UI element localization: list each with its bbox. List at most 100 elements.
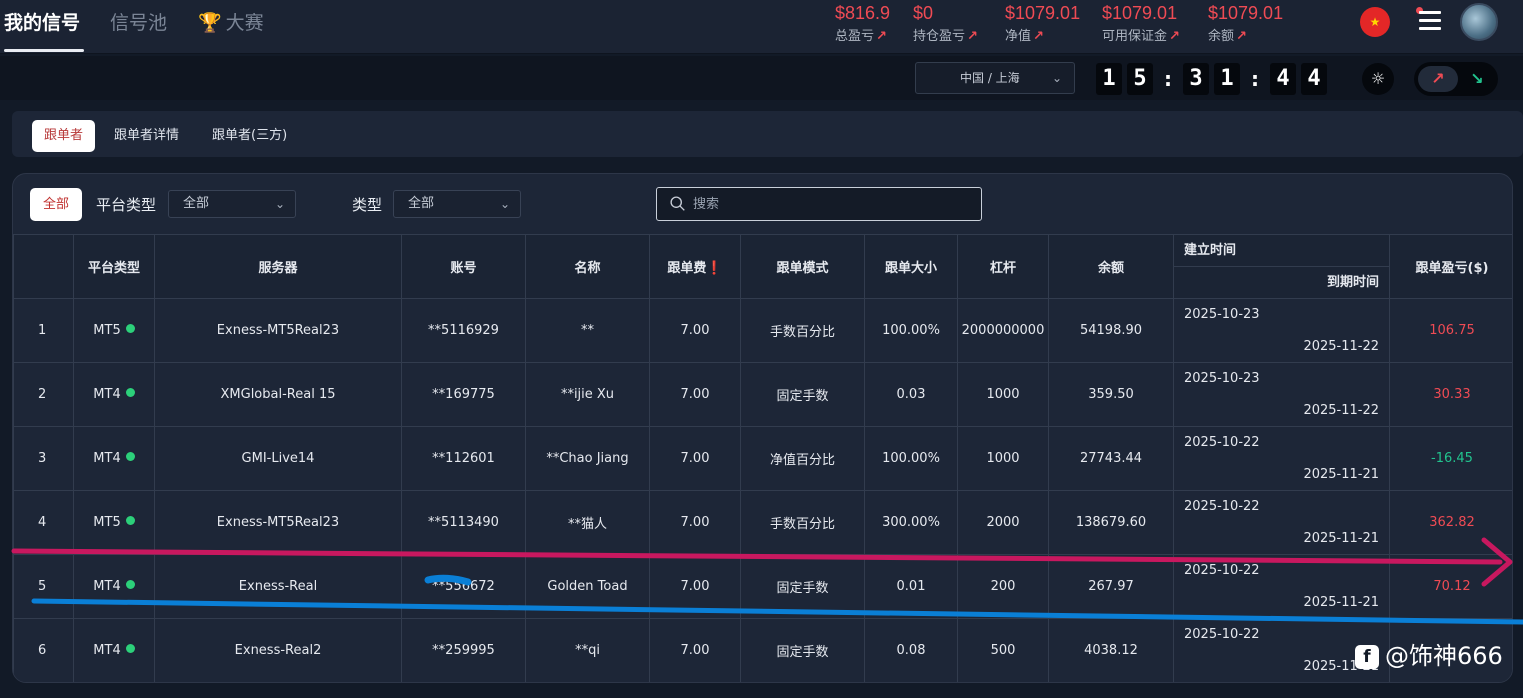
stat-value: $0 — [913, 3, 934, 23]
platform-label: MT5 — [93, 323, 121, 338]
tab-contest[interactable]: 🏆 大赛 — [198, 8, 264, 35]
chevron-down-icon: ⌄ — [1051, 71, 1062, 85]
platform-select[interactable]: 全部 ⌄ — [168, 190, 296, 218]
cell-size: 0.03 — [864, 362, 958, 427]
theme-toggle-sun-icon[interactable]: ☼ — [1362, 63, 1394, 95]
trend-color-toggle[interactable]: ↗ ↘ — [1414, 62, 1498, 96]
stat-value: $1079.01 — [1005, 3, 1081, 23]
cell-dates: 2025-10-22 2025-11-21 — [1173, 554, 1390, 619]
platform-filter-label: 平台类型 — [96, 196, 157, 214]
header-fee: 跟单费❗ — [649, 234, 741, 299]
header-pnl: 跟单盈亏($) — [1389, 234, 1512, 299]
table-row[interactable]: 2 MT4 XMGlobal-Real 15 **169775 **ijie Xu 7.0… — [13, 362, 1512, 427]
cell-account: **5116929 — [401, 298, 526, 363]
tab-third-party-followers[interactable]: 跟单者(三方) — [200, 120, 299, 152]
cell-size: 0.01 — [864, 554, 958, 619]
stat-balance[interactable]: $1079.01 余额 ↗ — [1208, 3, 1283, 44]
tab-followers[interactable]: 跟单者 — [32, 120, 96, 152]
tab-follower-details[interactable]: 跟单者详情 — [102, 120, 191, 152]
table-row[interactable]: 1 MT5 Exness-MT5Real23 **5116929 ** 7.00 手数百分比… — [13, 298, 1512, 363]
warning-icon[interactable]: ❗ — [706, 261, 722, 276]
watermark: f @饰神666 — [1355, 636, 1503, 671]
table-row[interactable]: 4 MT5 Exness-MT5Real23 **5113490 **猫人 7.00 手数百… — [13, 490, 1512, 555]
cell-fee: 7.00 — [649, 426, 741, 491]
tab-signal-pool[interactable]: 信号池 — [110, 8, 167, 35]
created-date: 2025-10-23 — [1184, 371, 1260, 386]
cell-fee: 7.00 — [649, 490, 741, 555]
created-date: 2025-10-22 — [1184, 435, 1260, 450]
cell-server: GMI-Live14 — [154, 426, 402, 491]
active-tab-indicator — [4, 49, 84, 52]
cell-server: Exness-MT5Real23 — [154, 298, 402, 363]
expiry-date: 2025-11-22 — [1303, 403, 1379, 418]
cell-balance: 359.50 — [1048, 362, 1174, 427]
trend-up-icon[interactable]: ↗ — [1418, 66, 1458, 92]
search-box[interactable] — [656, 187, 982, 221]
header-index — [13, 234, 74, 299]
cell-dates: 2025-10-22 2025-11-21 — [1173, 490, 1390, 555]
online-status-icon — [125, 388, 135, 397]
stat-equity[interactable]: $1079.01 净值 ↗ — [1005, 3, 1080, 44]
cell-balance: 27743.44 — [1048, 426, 1174, 491]
cell-balance: 138679.60 — [1048, 490, 1174, 555]
header-balance: 余额 — [1048, 234, 1174, 299]
trend-down-icon[interactable]: ↘ — [1460, 66, 1494, 92]
china-flag-icon[interactable]: ★ — [1360, 7, 1390, 37]
created-date: 2025-10-23 — [1184, 307, 1260, 322]
cell-fee: 7.00 — [649, 362, 741, 427]
cell-index: 2 — [13, 362, 74, 427]
cell-size: 300.00% — [864, 490, 958, 555]
cell-server: Exness-Real2 — [154, 618, 402, 682]
cell-mode: 固定手数 — [740, 362, 865, 427]
arrow-up-right-icon: ↗ — [1169, 29, 1180, 44]
online-status-icon — [125, 644, 135, 653]
cell-server: XMGlobal-Real 15 — [154, 362, 402, 427]
table-row[interactable]: 6 MT4 Exness-Real2 **259995 **qi 7.00 固定手数 0.08… — [13, 618, 1512, 682]
region-select[interactable]: 中国 / 上海 ⌄ — [915, 62, 1075, 94]
platform-label: MT4 — [93, 579, 121, 594]
hamburger-menu-icon[interactable] — [1419, 11, 1441, 33]
cell-balance: 267.97 — [1048, 554, 1174, 619]
online-status-icon — [125, 580, 135, 589]
search-input[interactable] — [693, 192, 973, 216]
followers-card: 全部 平台类型 全部 ⌄ 类型 全部 ⌄ 平台类型 服务器 账号 名称 跟 — [12, 173, 1513, 683]
cell-platform: MT5 — [73, 298, 155, 363]
cell-pnl: -16.45 — [1389, 426, 1512, 491]
cell-index: 5 — [13, 554, 74, 619]
cell-dates: 2025-10-22 2025-11-21 — [1173, 426, 1390, 491]
stat-total-pnl[interactable]: $816.9 总盈亏 ↗ — [835, 3, 890, 44]
online-status-icon — [125, 324, 135, 333]
cell-server: Exness-Real — [154, 554, 402, 619]
stat-free-margin[interactable]: $1079.01 可用保证金 ↗ — [1102, 3, 1180, 44]
cell-index: 3 — [13, 426, 74, 491]
cell-leverage: 1000 — [957, 426, 1049, 491]
tab-contest-label: 大赛 — [225, 12, 264, 34]
cell-server: Exness-MT5Real23 — [154, 490, 402, 555]
stat-label: 可用保证金 — [1102, 29, 1168, 44]
created-date: 2025-10-22 — [1184, 627, 1260, 642]
cell-size: 100.00% — [864, 426, 958, 491]
cell-platform: MT5 — [73, 490, 155, 555]
cell-name: **ijie Xu — [525, 362, 650, 427]
header-dates: 建立时间 到期时间 — [1173, 234, 1390, 299]
cell-name: **qi — [525, 618, 650, 682]
cell-pnl: 106.75 — [1389, 298, 1512, 363]
header-fee-label: 跟单费 — [667, 261, 707, 276]
table-row[interactable]: 3 MT4 GMI-Live14 **112601 **Chao Jiang 7.00 净值… — [13, 426, 1512, 491]
cell-fee: 7.00 — [649, 298, 741, 363]
search-icon — [670, 196, 685, 211]
stat-value: $1079.01 — [1208, 3, 1284, 23]
clock-digit: 5 — [1127, 63, 1153, 95]
platform-label: MT4 — [93, 643, 121, 658]
avatar[interactable] — [1460, 3, 1498, 41]
cell-size: 100.00% — [864, 298, 958, 363]
tab-my-signals[interactable]: 我的信号 — [4, 8, 80, 35]
table-row[interactable]: 5 MT4 Exness-Real **556672 Golden Toad 7.00 固定… — [13, 554, 1512, 619]
filter-all-button[interactable]: 全部 — [30, 188, 82, 221]
clock-digit: 4 — [1270, 63, 1296, 95]
clock-colon: : — [1164, 67, 1172, 91]
stat-position-pnl[interactable]: $0 持仓盈亏 ↗ — [913, 3, 978, 44]
expiry-date: 2025-11-21 — [1303, 467, 1379, 482]
cell-platform: MT4 — [73, 554, 155, 619]
type-select[interactable]: 全部 ⌄ — [393, 190, 521, 218]
